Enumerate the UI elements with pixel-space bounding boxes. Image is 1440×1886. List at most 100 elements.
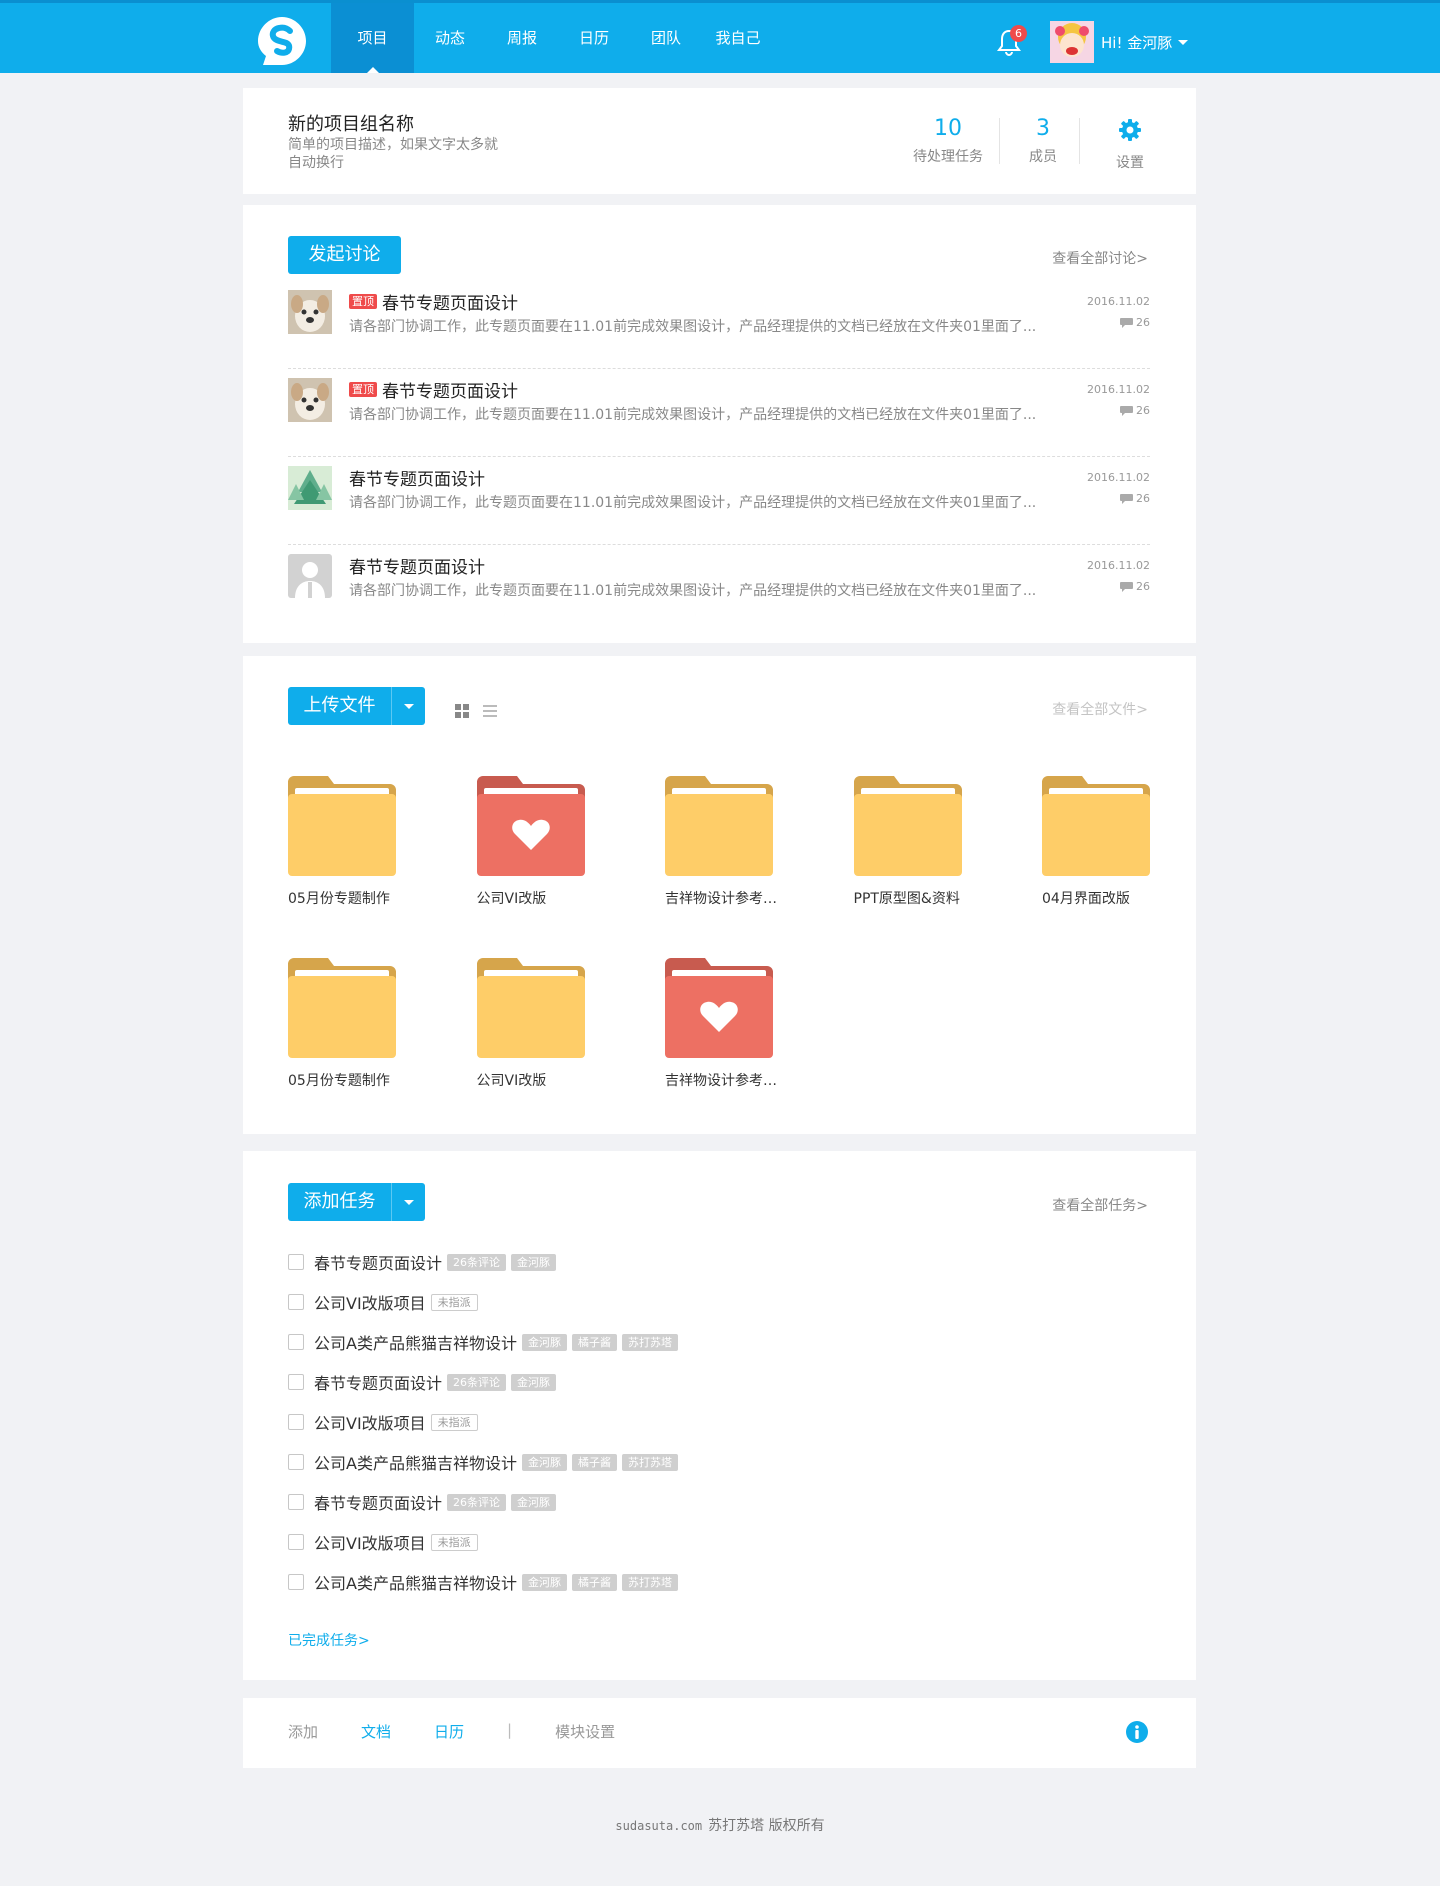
module-add-link[interactable]: 添加	[288, 1721, 318, 1742]
module-bar: 添加 文档 日历 | 模块设置	[243, 1698, 1196, 1768]
upload-file-label[interactable]: 上传文件	[288, 687, 391, 725]
task-item: 公司A类产品熊猫吉祥物设计 金河豚 橘子酱 苏打苏塔	[288, 1451, 683, 1473]
task-title[interactable]: 公司VI改版项目	[314, 1410, 426, 1434]
task-item: 公司VI改版项目 未指派	[288, 1411, 483, 1433]
user-menu[interactable]: Hi! 金河豚	[1050, 21, 1189, 63]
discussion-title[interactable]: 置顶 春节专题页面设计	[349, 377, 518, 402]
task-title[interactable]: 公司A类产品熊猫吉祥物设计	[314, 1330, 517, 1354]
folder-item[interactable]: 吉祥物设计参考…	[665, 958, 795, 1090]
task-tag: 未指派	[430, 1533, 478, 1551]
task-tag: 橘子酱	[571, 1573, 617, 1591]
task-tag: 26条评论	[447, 1373, 507, 1391]
stat-divider	[999, 118, 1000, 164]
task-checkbox[interactable]	[288, 1254, 304, 1270]
view-all-files-link[interactable]: 查看全部文件>	[1052, 699, 1148, 719]
task-checkbox[interactable]	[288, 1334, 304, 1350]
folder-item[interactable]: PPT原型图&资料	[853, 776, 984, 908]
discussion-title[interactable]: 春节专题页面设计	[349, 553, 485, 578]
list-view-icon[interactable]	[483, 704, 497, 718]
comment-count-text: 26	[1136, 580, 1150, 593]
nav-item[interactable]: 项目	[331, 3, 414, 73]
info-icon[interactable]	[1126, 1721, 1148, 1743]
pending-tasks-label: 待处理任务	[913, 149, 983, 165]
discussion-item[interactable]: 春节专题页面设计 请各部门协调工作，此专题页面要在11.01前完成效果图设计，产品…	[288, 457, 1150, 545]
discussion-title[interactable]: 春节专题页面设计	[349, 465, 485, 490]
task-checkbox[interactable]	[288, 1574, 304, 1590]
project-info-card: 新的项目组名称 简单的项目描述，如果文字太多就自动换行 10 待处理任务 3 成…	[243, 88, 1196, 194]
app-logo-icon[interactable]	[255, 14, 309, 68]
gear-icon[interactable]	[1119, 119, 1141, 141]
task-title[interactable]: 春节专题页面设计	[314, 1250, 442, 1274]
settings-label[interactable]: 设置	[1105, 152, 1155, 172]
task-checkbox[interactable]	[288, 1414, 304, 1430]
module-settings-link[interactable]: 模块设置	[555, 1721, 615, 1742]
task-tag: 金河豚	[511, 1253, 557, 1271]
task-title[interactable]: 公司A类产品熊猫吉祥物设计	[314, 1450, 517, 1474]
discussion-comment-count: 26	[1120, 316, 1150, 329]
module-calendar-link[interactable]: 日历	[434, 1721, 464, 1742]
add-task-label[interactable]: 添加任务	[288, 1183, 391, 1221]
pinned-badge: 置顶	[349, 382, 377, 397]
upload-file-button[interactable]: 上传文件	[288, 687, 425, 725]
task-checkbox[interactable]	[288, 1374, 304, 1390]
page-footer: sudasuta.com 苏打苏塔 版权所有	[0, 1815, 1440, 1835]
folder-item[interactable]: 公司VI改版	[476, 958, 607, 1090]
discussion-date: 2016.11.02	[1087, 295, 1150, 308]
pinned-badge: 置顶	[349, 294, 377, 309]
pending-tasks-count: 10	[934, 116, 962, 141]
upload-dropdown-toggle[interactable]	[391, 687, 425, 725]
task-title[interactable]: 春节专题页面设计	[314, 1370, 442, 1394]
members-stat[interactable]: 3 成员	[1013, 116, 1073, 166]
discussion-item[interactable]: 置顶 春节专题页面设计 请各部门协调工作，此专题页面要在11.01前完成效果图设计，…	[288, 281, 1150, 369]
view-all-discussions-link[interactable]: 查看全部讨论>	[1052, 248, 1148, 268]
task-title[interactable]: 公司VI改版项目	[314, 1530, 426, 1554]
task-tag: 苏打苏塔	[621, 1453, 678, 1471]
chevron-down-icon	[1178, 39, 1189, 45]
task-tag: 金河豚	[521, 1573, 567, 1591]
folder-icon	[665, 958, 795, 1058]
nav-item[interactable]: 团队	[630, 3, 702, 73]
task-title[interactable]: 春节专题页面设计	[314, 1490, 442, 1514]
nav-item[interactable]: 动态	[414, 3, 486, 73]
folder-name: 05月份专题制作	[288, 1073, 390, 1089]
task-title[interactable]: 公司A类产品熊猫吉祥物设计	[314, 1570, 517, 1594]
task-checkbox[interactable]	[288, 1294, 304, 1310]
folder-item[interactable]: 05月份专题制作	[288, 776, 418, 908]
start-discussion-button[interactable]: 发起讨论	[288, 236, 401, 274]
folder-icon	[476, 776, 607, 876]
comment-count-text: 26	[1136, 316, 1150, 329]
nav-item[interactable]: 我自己	[702, 3, 774, 73]
pending-tasks-stat[interactable]: 10 待处理任务	[903, 116, 993, 166]
folder-item[interactable]: 05月份专题制作	[288, 958, 418, 1090]
grid-view-icon[interactable]	[455, 704, 469, 718]
folder-name: 吉祥物设计参考…	[665, 891, 777, 907]
folder-name: 吉祥物设计参考…	[665, 1073, 777, 1089]
discussion-item[interactable]: 春节专题页面设计请各部门协调工作，此专题页面要在11.01前完成效果图设计，产品…	[288, 545, 1150, 633]
folder-name: PPT原型图&资料	[853, 891, 960, 907]
main-nav: 项目 动态 周报 日历 团队 我自己	[331, 3, 774, 73]
completed-tasks-link[interactable]: 已完成任务>	[288, 1630, 370, 1650]
task-checkbox[interactable]	[288, 1534, 304, 1550]
folder-item[interactable]: 吉祥物设计参考…	[665, 776, 795, 908]
discussion-item[interactable]: 置顶 春节专题页面设计 请各部门协调工作，此专题页面要在11.01前完成效果图设计，…	[288, 369, 1150, 457]
discussion-comment-count: 26	[1120, 492, 1150, 505]
folder-item[interactable]: 公司VI改版	[476, 776, 607, 908]
project-description: 简单的项目描述，如果文字太多就自动换行	[288, 137, 498, 171]
discussion-excerpt: 请各部门协调工作，此专题页面要在11.01前完成效果图设计，产品经理提供的文档已…	[349, 583, 1037, 599]
discussion-comment-count: 26	[1120, 580, 1150, 593]
discussion-title[interactable]: 置顶 春节专题页面设计	[349, 289, 518, 314]
folder-item[interactable]: 04月界面改版	[1042, 776, 1172, 908]
nav-item[interactable]: 日历	[558, 3, 630, 73]
task-checkbox[interactable]	[288, 1494, 304, 1510]
task-tag: 橘子酱	[571, 1453, 617, 1471]
folder-name: 公司VI改版	[476, 1073, 547, 1089]
add-task-dropdown-toggle[interactable]	[391, 1183, 425, 1221]
task-title[interactable]: 公司VI改版项目	[314, 1290, 426, 1314]
view-all-tasks-link[interactable]: 查看全部任务>	[1052, 1195, 1148, 1215]
task-tag: 金河豚	[521, 1333, 567, 1351]
nav-item[interactable]: 周报	[486, 3, 558, 73]
module-docs-link[interactable]: 文档	[361, 1721, 391, 1742]
task-checkbox[interactable]	[288, 1454, 304, 1470]
discussion-title-text: 春节专题页面设计	[382, 382, 518, 402]
add-task-button[interactable]: 添加任务	[288, 1183, 425, 1221]
